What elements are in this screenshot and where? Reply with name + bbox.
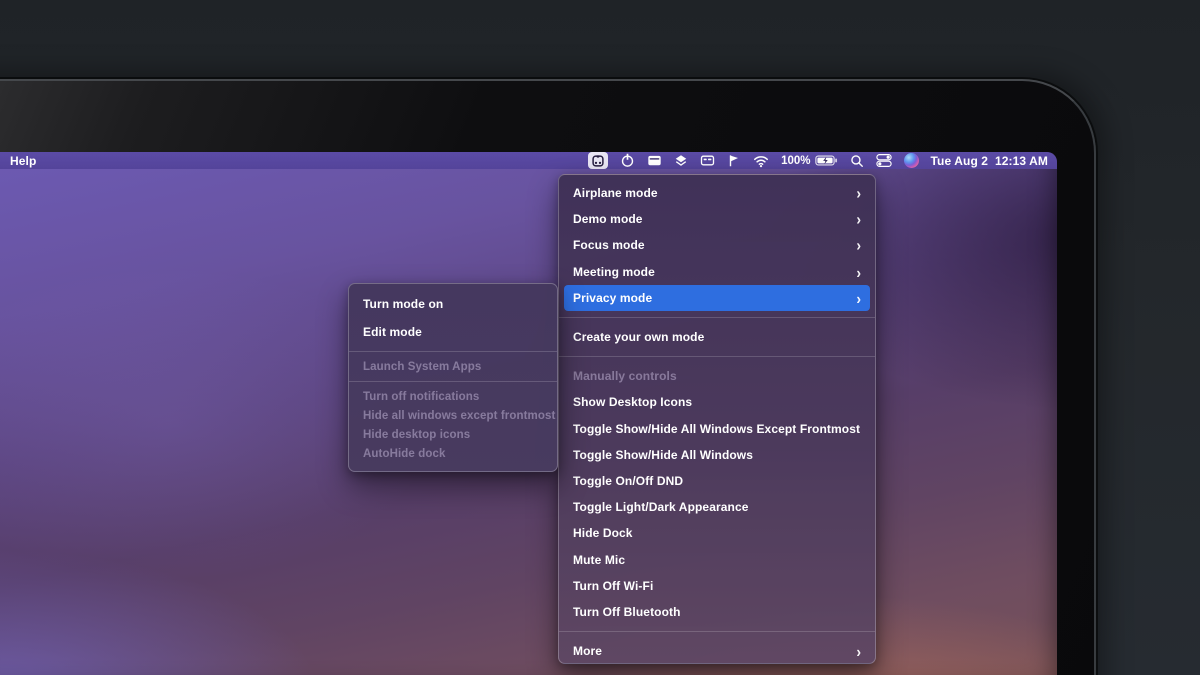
- menu-item[interactable]: Turn Off Wi-Fi: [564, 573, 870, 599]
- menu-item[interactable]: Show Desktop Icons: [564, 389, 870, 415]
- menu-item-label: Turn off notifications: [363, 391, 479, 403]
- menu-separator: [559, 317, 875, 318]
- menu-item-label: Toggle Show/Hide All Windows: [573, 448, 753, 462]
- flag-icon[interactable]: [727, 153, 741, 168]
- layers-icon[interactable]: [674, 153, 688, 168]
- photo-background: Help: [0, 0, 1200, 675]
- chevron-right-icon: ›: [856, 290, 861, 306]
- control-center-icon[interactable]: [876, 153, 892, 168]
- menu-item-label: Turn Off Wi-Fi: [573, 579, 653, 593]
- menu-item-label: Create your own mode: [573, 330, 704, 344]
- window-icon[interactable]: [647, 153, 662, 168]
- menu-item-label: Hide Dock: [573, 526, 633, 540]
- menu-bar: Help: [0, 152, 1057, 169]
- chevron-right-icon: ›: [856, 185, 861, 201]
- menu-item-label: AutoHide dock: [363, 448, 445, 460]
- menu-item-label: Hide all windows except frontmost: [363, 410, 555, 422]
- menu-item[interactable]: Demo mode ›: [564, 206, 870, 232]
- laptop-bezel: Help: [0, 79, 1096, 675]
- menu-item[interactable]: Toggle Show/Hide All Windows: [564, 442, 870, 468]
- menu-separator: [349, 351, 557, 352]
- menu-item-label: Focus mode: [573, 238, 645, 252]
- menu-separator: [559, 631, 875, 632]
- submenu-item[interactable]: Turn mode on: [354, 290, 552, 318]
- chevron-right-icon: ›: [856, 264, 861, 280]
- menu-item-label: Turn Off Bluetooth: [573, 605, 681, 619]
- card-icon[interactable]: [700, 153, 715, 168]
- chevron-right-icon: ›: [856, 211, 861, 227]
- battery-icon: [815, 153, 838, 168]
- menu-item[interactable]: Toggle On/Off DND: [564, 468, 870, 494]
- menu-item-label: Manually controls: [573, 369, 677, 383]
- menu-separator: [559, 356, 875, 357]
- menu-item-label: Edit mode: [363, 325, 422, 339]
- siri-icon[interactable]: [904, 153, 919, 168]
- battery-status[interactable]: 100%: [781, 153, 837, 168]
- menu-item-label: Turn mode on: [363, 297, 443, 311]
- menu-item[interactable]: Toggle Show/Hide All Windows Except Fron…: [564, 416, 870, 442]
- menu-item[interactable]: Privacy mode ›: [564, 285, 870, 311]
- menu-item-label: Launch System Apps: [363, 361, 481, 373]
- menu-item-label: Meeting mode: [573, 265, 655, 279]
- menu-help[interactable]: Help: [0, 154, 46, 168]
- submenu-item: Hide all windows except frontmost: [354, 406, 552, 425]
- mode-app-icon[interactable]: [588, 152, 608, 169]
- menu-item[interactable]: Meeting mode ›: [564, 259, 870, 285]
- battery-percent: 100%: [781, 155, 810, 167]
- menu-item[interactable]: Turn Off Bluetooth: [564, 599, 870, 625]
- menu-item[interactable]: Focus mode ›: [564, 232, 870, 258]
- submenu-item: AutoHide dock: [354, 444, 552, 463]
- menu-separator: [349, 381, 557, 382]
- submenu-item[interactable]: Edit mode: [354, 318, 552, 346]
- menu-bar-clock[interactable]: Tue Aug 2 12:13 AM: [931, 154, 1048, 168]
- power-icon[interactable]: [620, 153, 635, 168]
- menu-item[interactable]: Toggle Light/Dark Appearance: [564, 494, 870, 520]
- mode-menu-panel: Airplane mode › Demo mode › Focus mode ›…: [558, 174, 876, 664]
- menu-item-label: Demo mode: [573, 212, 643, 226]
- menu-item-label: More: [573, 644, 602, 658]
- menu-item-label: Show Desktop Icons: [573, 395, 692, 409]
- submenu-item: Hide desktop icons: [354, 425, 552, 444]
- desktop: Help: [0, 152, 1057, 675]
- menu-item[interactable]: Create your own mode: [564, 324, 870, 350]
- chevron-right-icon: ›: [856, 643, 861, 659]
- menu-item-label: Hide desktop icons: [363, 429, 470, 441]
- spotlight-icon[interactable]: [850, 153, 864, 168]
- menu-item-label: Mute Mic: [573, 553, 625, 567]
- menu-item[interactable]: More ›: [564, 638, 870, 664]
- menu-item-label: Toggle Light/Dark Appearance: [573, 500, 749, 514]
- menu-item-label: Privacy mode: [573, 291, 652, 305]
- chevron-right-icon: ›: [856, 237, 861, 253]
- submenu-item: Launch System Apps: [354, 357, 552, 376]
- privacy-submenu-panel: Turn mode on Edit mode Launch System App…: [348, 283, 558, 472]
- menu-item-label: Airplane mode: [573, 186, 658, 200]
- menu-item-label: Toggle Show/Hide All Windows Except Fron…: [573, 422, 860, 436]
- menu-item: Manually controls: [564, 363, 870, 389]
- wifi-icon[interactable]: [753, 153, 769, 168]
- menu-item-label: Toggle On/Off DND: [573, 474, 683, 488]
- menu-item[interactable]: Hide Dock: [564, 520, 870, 546]
- menu-item[interactable]: Mute Mic: [564, 546, 870, 572]
- submenu-item: Turn off notifications: [354, 387, 552, 406]
- menu-item[interactable]: Airplane mode ›: [564, 180, 870, 206]
